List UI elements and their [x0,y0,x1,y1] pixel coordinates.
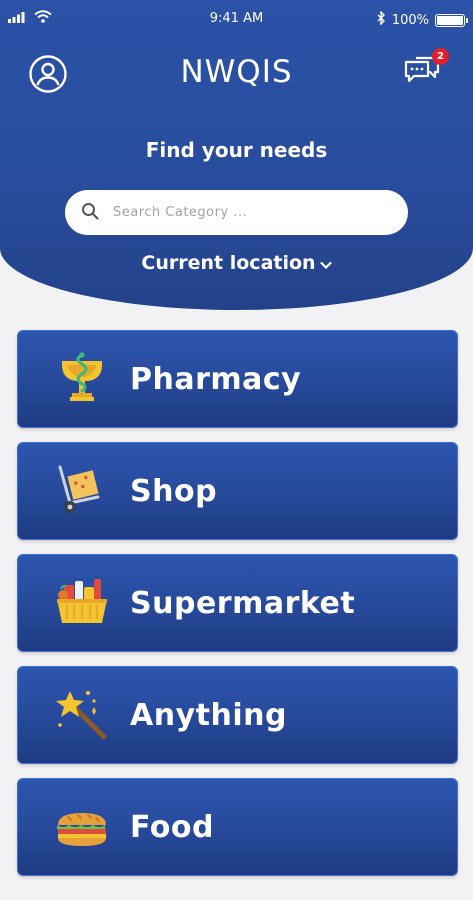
messages-button[interactable]: 2 [403,48,449,92]
search-bar[interactable] [65,190,408,235]
category-supermarket[interactable]: Supermarket [17,554,458,652]
search-icon [81,202,99,224]
sandwich-icon [57,813,106,846]
category-label: Anything [130,698,287,733]
basket-icon [57,579,107,623]
chevron-down-icon [319,253,332,275]
hand-truck-icon [58,465,100,513]
notification-badge: 2 [432,48,449,65]
status-bar: 9:41 AM 100% [0,8,473,32]
category-label: Supermarket [130,586,356,621]
location-label: Current location [141,252,316,274]
category-shop[interactable]: Shop [17,442,458,540]
location-selector[interactable]: Current location [0,252,473,275]
magic-wand-icon [56,691,107,740]
category-list: Pharmacy Shop Supermarket Anything Food [17,330,458,890]
category-label: Food [130,810,214,845]
battery-percent: 100% [391,12,429,28]
pharmacy-icon [62,352,102,401]
bluetooth-icon [377,10,386,29]
category-anything[interactable]: Anything [17,666,458,764]
hero-heading: Find your needs [145,138,328,162]
category-food[interactable]: Food [17,778,458,876]
category-label: Pharmacy [130,362,302,397]
search-input[interactable] [113,205,383,220]
category-pharmacy[interactable]: Pharmacy [17,330,458,428]
category-label: Shop [130,474,218,509]
battery-icon [435,13,468,27]
